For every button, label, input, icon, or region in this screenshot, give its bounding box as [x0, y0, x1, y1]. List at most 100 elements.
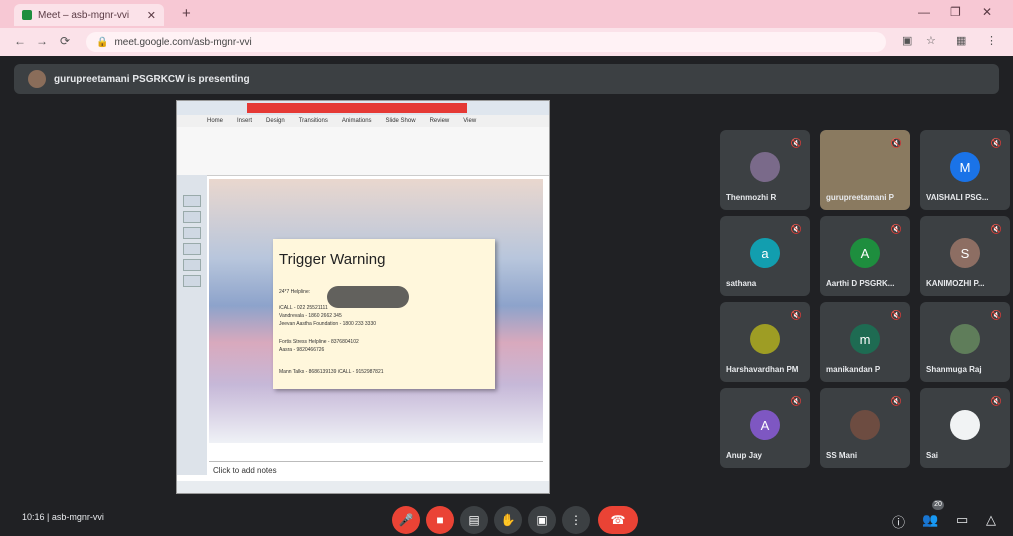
muted-mic-icon: 🔇 — [890, 224, 902, 234]
menu-icon[interactable]: ⋮ — [986, 34, 997, 47]
close-window-icon[interactable]: ✕ — [982, 5, 992, 19]
browser-tab[interactable]: Meet – asb-mgnr-vvi ✕ — [14, 4, 164, 26]
participant-name: SS Mani — [826, 451, 858, 460]
participant-tile[interactable]: m 🔇 manikandan P — [820, 302, 910, 382]
participant-tile[interactable]: 🔇 Shanmuga Raj — [920, 302, 1010, 382]
captions-button[interactable]: ▤ — [460, 506, 488, 534]
participant-name: sathana — [726, 279, 757, 288]
ribbon-tab: Insert — [237, 118, 253, 124]
participant-avatar: S — [950, 238, 980, 268]
url-input[interactable]: 🔒 meet.google.com/asb-mgnr-vvi — [86, 32, 886, 52]
slide-line: Jeevan Aastha Foundation - 1800 233 3330 — [279, 321, 377, 327]
muted-mic-icon: 🔇 — [890, 138, 902, 148]
participant-tile[interactable]: 🔇 SS Mani — [820, 388, 910, 468]
muted-mic-icon: 🔇 — [990, 138, 1002, 148]
presenter-text: gurupreetamani PSGRKCW is presenting — [54, 73, 250, 85]
raise-hand-button[interactable]: ✋ — [494, 506, 522, 534]
muted-mic-icon: 🔇 — [790, 224, 802, 234]
chat-icon[interactable]: ▭ — [956, 512, 968, 528]
end-call-button[interactable]: ☎ — [598, 506, 638, 534]
participant-avatar: A — [750, 410, 780, 440]
back-icon[interactable]: ← — [14, 34, 26, 48]
presenter-avatar — [28, 70, 46, 88]
activities-icon[interactable]: △ — [986, 512, 996, 528]
participant-tile[interactable]: 🔇 Harshavardhan PM — [720, 302, 810, 382]
minimize-icon[interactable]: — — [918, 5, 930, 19]
maximize-icon[interactable]: ❐ — [950, 5, 961, 19]
close-tab-icon[interactable]: ✕ — [147, 9, 156, 22]
participant-avatar: m — [850, 324, 880, 354]
reload-icon[interactable]: ⟳ — [60, 34, 70, 48]
people-icon[interactable]: 👥 — [922, 512, 938, 528]
bookmark-star-icon[interactable]: ☆ — [926, 34, 936, 47]
ribbon-tab: Transitions — [298, 118, 328, 124]
ppt-title-highlight — [247, 103, 467, 113]
participant-name: Shanmuga Raj — [926, 365, 982, 374]
participant-avatar — [950, 410, 980, 440]
participant-avatar: A — [850, 238, 880, 268]
present-button[interactable]: ▣ — [528, 506, 556, 534]
participant-tile[interactable]: 🔇 gurupreetamani P — [820, 130, 910, 210]
participant-tile[interactable]: 🔇 Thenmozhi R — [720, 130, 810, 210]
participant-name: Sai — [926, 451, 939, 460]
muted-mic-icon: 🔇 — [790, 138, 802, 148]
ppt-status-bar — [177, 481, 549, 493]
participant-name: Harshavardhan PM — [726, 365, 799, 374]
camera-off-button[interactable]: ■ — [426, 506, 454, 534]
slide-thumbnail — [183, 227, 201, 239]
slide-line: Vandrevala - 1860 2662 345 — [279, 313, 342, 319]
participant-name: gurupreetamani P — [826, 193, 895, 202]
participant-avatar — [850, 410, 880, 440]
mic-off-button[interactable]: 🎤 — [392, 506, 420, 534]
muted-mic-icon: 🔇 — [990, 310, 1002, 320]
ribbon-tab: View — [463, 118, 477, 124]
ribbon-tab: Animations — [341, 118, 372, 124]
meeting-details-icon[interactable]: ⓘ — [892, 512, 905, 531]
participant-name: manikandan P — [826, 365, 881, 374]
muted-mic-icon: 🔇 — [790, 310, 802, 320]
ribbon-tab: Review — [429, 118, 450, 124]
slide-thumbnail — [183, 211, 201, 223]
presenting-overlay-pill — [327, 286, 409, 308]
meet-favicon-icon — [22, 10, 32, 20]
participant-name: VAISHALI PSG... — [926, 193, 989, 202]
participant-tile[interactable]: 🔇 Sai — [920, 388, 1010, 468]
slide-line: Aasra - 9820466726 — [279, 347, 325, 353]
slide-thumbnail — [183, 243, 201, 255]
muted-mic-icon: 🔇 — [990, 224, 1002, 234]
lock-icon: 🔒 — [96, 36, 109, 48]
extensions-icon[interactable]: ▦ — [956, 34, 966, 47]
forward-icon[interactable]: → — [36, 34, 48, 48]
participant-tile[interactable]: S 🔇 KANIMOZHI P... — [920, 216, 1010, 296]
shared-screen: Home Insert Design Transitions Animation… — [176, 100, 550, 494]
notes-pane[interactable]: Click to add notes — [209, 461, 543, 481]
slide-thumbnail — [183, 275, 201, 287]
participant-name: Thenmozhi R — [726, 193, 777, 202]
slide-line: 24*7 Helpline: — [279, 289, 311, 295]
participant-tile[interactable]: a 🔇 sathana — [720, 216, 810, 296]
ribbon-tab: Design — [266, 118, 285, 124]
muted-mic-icon: 🔇 — [890, 396, 902, 406]
participant-tile[interactable]: A 🔇 Aarthi D PSGRK... — [820, 216, 910, 296]
participant-avatar — [950, 324, 980, 354]
participant-name: KANIMOZHI P... — [926, 279, 985, 288]
participant-avatar: M — [950, 152, 980, 182]
ribbon-tab: Slide Show — [385, 118, 416, 124]
slide-thumbnail — [183, 259, 201, 271]
slide-thumbnails — [177, 175, 207, 475]
participant-tile[interactable]: A 🔇 Anup Jay — [720, 388, 810, 468]
slide-line: Mann Talks - 8686139139 iCALL - 91529878… — [279, 369, 384, 375]
camera-permission-icon[interactable]: ▣ — [902, 34, 912, 47]
participant-tile[interactable]: M 🔇 VAISHALI PSG... — [920, 130, 1010, 210]
presenter-banner: gurupreetamani PSGRKCW is presenting — [14, 64, 999, 94]
participant-avatar — [750, 324, 780, 354]
muted-mic-icon: 🔇 — [890, 310, 902, 320]
more-options-button[interactable]: ⋮ — [562, 506, 590, 534]
participant-name: Anup Jay — [726, 451, 763, 460]
participant-name: Aarthi D PSGRK... — [826, 279, 895, 288]
new-tab-button[interactable]: + — [182, 5, 191, 22]
muted-mic-icon: 🔇 — [790, 396, 802, 406]
slide-content-box: Trigger Warning 24*7 Helpline: iCALL - 0… — [273, 239, 495, 389]
slide-title: Trigger Warning — [279, 251, 386, 268]
slide-line: iCALL - 022 25521111 — [279, 305, 328, 311]
